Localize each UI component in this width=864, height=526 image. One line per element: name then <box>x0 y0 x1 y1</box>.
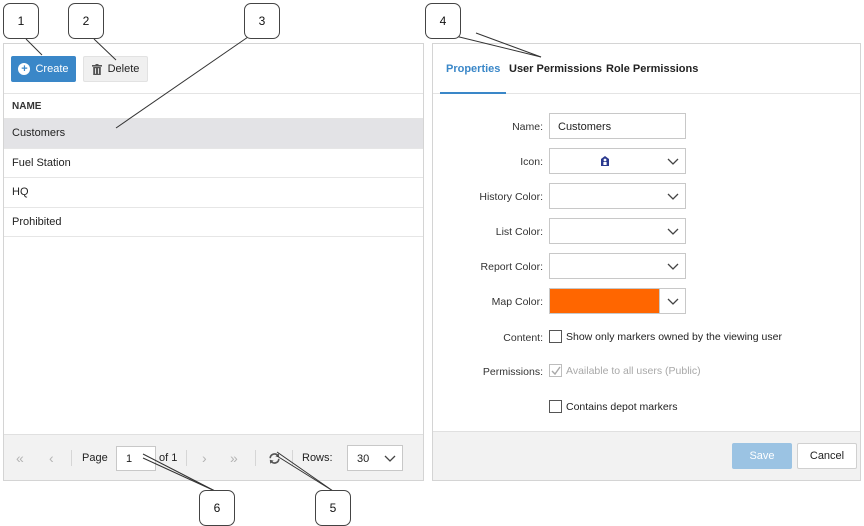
chevron-down-icon <box>667 158 679 165</box>
icon-label: Icon: <box>520 156 543 168</box>
pager-divider <box>71 450 72 466</box>
chevron-down-icon <box>667 193 679 200</box>
rows-per-page-value: 30 <box>357 453 370 465</box>
map-color-select[interactable] <box>549 288 686 314</box>
first-page-icon[interactable]: « <box>16 435 24 481</box>
details-panel: Properties User Permissions Role Permiss… <box>432 43 861 481</box>
callout-3: 3 <box>244 3 280 39</box>
page-count-label: of 1 <box>159 452 178 464</box>
depot-checkbox-row[interactable]: Contains depot markers <box>549 400 677 413</box>
delete-button-label: Delete <box>107 63 140 75</box>
create-button-label: Create <box>35 63 69 75</box>
details-footer: Save Cancel <box>433 431 860 480</box>
chevron-down-icon <box>667 228 679 235</box>
table-row[interactable]: HQ <box>4 178 423 208</box>
rows-label: Rows: <box>302 452 333 464</box>
marker-types-grid-panel: + Create Delete NAME Customers Fuel Stat… <box>3 43 424 481</box>
callout-6: 6 <box>199 490 235 526</box>
name-input[interactable]: Customers <box>549 113 686 139</box>
history-color-label: History Color: <box>479 191 543 203</box>
refresh-icon[interactable] <box>268 435 281 481</box>
depot-markers-checkbox-label: Contains depot markers <box>566 400 678 413</box>
list-color-label: List Color: <box>495 226 543 238</box>
column-header-name[interactable]: NAME <box>4 94 423 119</box>
rows-per-page-select[interactable]: 30 <box>347 445 403 471</box>
create-button[interactable]: + Create <box>11 56 76 82</box>
pager-divider <box>255 450 256 466</box>
depot-markers-checkbox[interactable] <box>549 400 562 413</box>
table-row[interactable]: Fuel Station <box>4 149 423 178</box>
owner-only-checkbox-label: Show only markers owned by the viewing u… <box>566 330 782 343</box>
name-label: Name: <box>512 121 543 133</box>
report-color-select[interactable] <box>549 253 686 279</box>
callout-4: 4 <box>425 3 461 39</box>
history-color-select[interactable] <box>549 183 686 209</box>
public-checkbox <box>549 364 562 377</box>
save-button[interactable]: Save <box>732 443 792 469</box>
chevron-down-icon <box>667 298 679 305</box>
table-row[interactable]: Prohibited <box>4 208 423 237</box>
public-checkbox-label: Available to all users (Public) <box>566 364 701 377</box>
pager-divider <box>186 450 187 466</box>
map-color-label: Map Color: <box>491 296 543 308</box>
person-marker-icon <box>601 156 609 166</box>
plus-circle-icon: + <box>18 63 31 75</box>
tab-properties[interactable]: Properties <box>440 44 507 94</box>
tab-user-permissions[interactable]: User Permissions <box>509 44 602 94</box>
icon-select[interactable] <box>549 148 686 174</box>
trash-icon <box>91 63 102 75</box>
grid-toolbar: + Create Delete <box>4 44 423 94</box>
chevron-down-icon <box>384 455 396 462</box>
tab-role-permissions[interactable]: Role Permissions <box>606 44 698 94</box>
cancel-button[interactable]: Cancel <box>797 443 857 469</box>
report-color-label: Report Color: <box>480 261 543 273</box>
map-color-swatch <box>550 289 659 313</box>
next-page-icon[interactable]: › <box>202 435 207 481</box>
table-row[interactable]: Customers <box>4 119 423 149</box>
page-number-input[interactable]: 1 <box>116 446 156 471</box>
callout-1: 1 <box>3 3 39 39</box>
list-color-select[interactable] <box>549 218 686 244</box>
callout-5: 5 <box>315 490 351 526</box>
details-tabs: Properties User Permissions Role Permiss… <box>433 44 860 94</box>
dropdown-divider <box>659 289 660 313</box>
pager-divider <box>292 450 293 466</box>
check-icon <box>551 366 561 376</box>
delete-button[interactable]: Delete <box>83 56 148 82</box>
permissions-label: Permissions: <box>482 366 543 378</box>
content-label: Content: <box>503 332 543 344</box>
previous-page-icon[interactable]: ‹ <box>49 435 54 481</box>
public-checkbox-row: Available to all users (Public) <box>549 364 701 377</box>
chevron-down-icon <box>667 263 679 270</box>
content-checkbox-row[interactable]: Show only markers owned by the viewing u… <box>549 330 782 343</box>
owner-only-checkbox[interactable] <box>549 330 562 343</box>
pager: « ‹ Page 1 of 1 › » Rows: 30 <box>4 434 423 480</box>
page-label: Page <box>82 452 108 464</box>
last-page-icon[interactable]: » <box>230 435 238 481</box>
callout-2: 2 <box>68 3 104 39</box>
